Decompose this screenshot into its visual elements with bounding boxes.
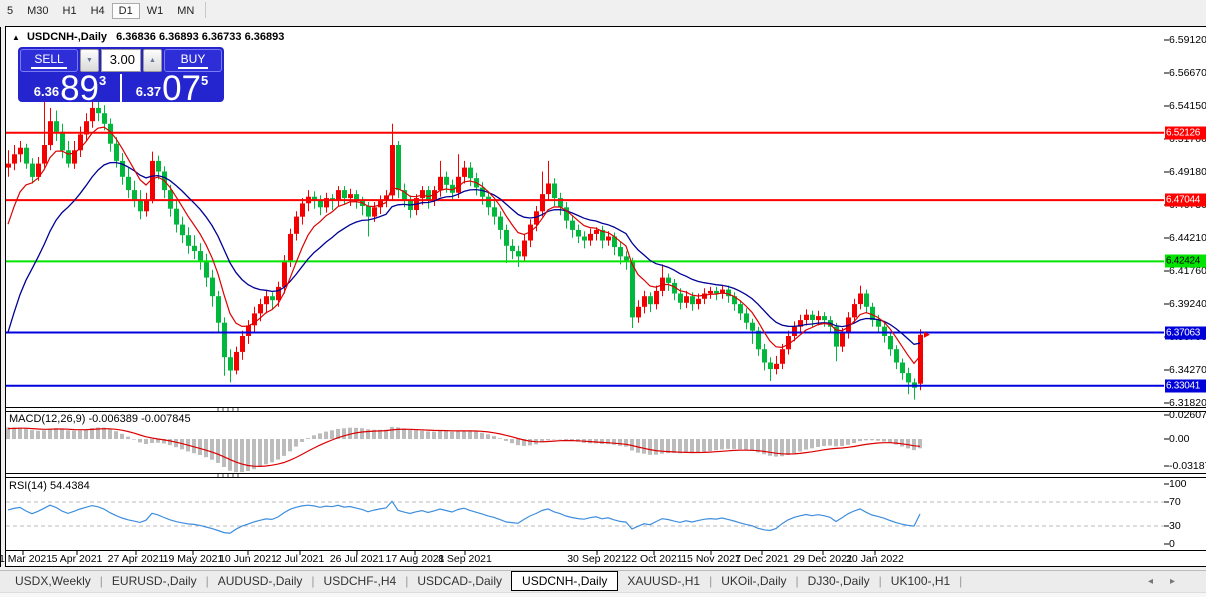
sell-price-prefix: 6.36 (33, 84, 60, 99)
mt4-window: 5 M30 H1 H4 D1 W1 MN ▲ USDCNH-,Daily 6.36836 6… (0, 0, 1206, 597)
tab-scroll-right-icon[interactable]: ▸ (1170, 576, 1175, 587)
rsi-axis-label: 0 (1169, 538, 1175, 550)
buy-button-label: BUY (177, 52, 209, 69)
macd-pane-bottom-border (5, 473, 1206, 474)
chart-tab-eurusd-daily[interactable]: EURUSD-,Daily (103, 571, 206, 591)
buy-price-pip: 5 (201, 73, 209, 88)
status-bar (0, 592, 1206, 597)
volume-increase-button[interactable]: ▲ (143, 49, 162, 72)
window-bottom-border (5, 566, 1206, 567)
chart-tab-usdcnh-daily[interactable]: USDCNH-,Daily (511, 571, 619, 591)
timeframe-button-5[interactable]: 5 (0, 3, 20, 19)
price-axis-label: 6.54150 (1169, 100, 1206, 112)
tab-scroll-left-icon[interactable]: ◂ (1148, 576, 1153, 587)
buy-price-display[interactable]: 6.37 07 5 (120, 69, 222, 108)
sell-price-big-digits: 89 (60, 69, 99, 108)
macd-pane-top-border (5, 411, 1206, 412)
sell-price-display[interactable]: 6.36 89 3 (20, 69, 120, 108)
price-axis-label: 6.59120 (1169, 34, 1206, 46)
chart-tab-uk100-h1[interactable]: UK100-,H1 (882, 571, 959, 591)
date-axis-label: 8 Sep 2021 (438, 553, 492, 565)
collapse-triangle-icon[interactable]: ▲ (12, 33, 20, 42)
chart-header: ▲ USDCNH-,Daily 6.36836 6.36893 6.36733 … (12, 31, 284, 43)
chart-tab-audusd-daily[interactable]: AUDUSD-,Daily (209, 571, 312, 591)
price-level-badge: 6.37063 (1165, 326, 1206, 340)
timeframe-button-D1[interactable]: D1 (111, 3, 140, 19)
pane-splitter-handle[interactable] (217, 408, 239, 411)
price-axis-label: 6.56670 (1169, 67, 1206, 79)
toolbar-separator (205, 1, 207, 18)
volume-input[interactable]: 3.00 (101, 49, 141, 72)
price-axis-label: 6.34270 (1169, 364, 1206, 376)
sell-price-pip: 3 (99, 73, 107, 88)
chart-tab-ukoil-daily[interactable]: UKOil-,Daily (712, 571, 795, 591)
macd-axis-label: 0.02607 (1169, 409, 1206, 421)
rsi-axis-label: 30 (1169, 520, 1181, 532)
macd-axis-label: -0.03187 (1169, 460, 1206, 472)
rsi-axis-label: 70 (1169, 496, 1181, 508)
macd-axis-label: 0.00 (1169, 433, 1190, 445)
caret-down-icon: ▼ (86, 57, 93, 64)
date-axis-label: 20 Jan 2022 (846, 553, 904, 565)
price-axis-label: 6.49180 (1169, 166, 1206, 178)
timeframe-button-H1[interactable]: H1 (56, 3, 84, 19)
buy-price-prefix: 6.37 (135, 84, 162, 99)
chart-symbol-title: USDCNH-,Daily (26, 31, 108, 43)
price-level-badge: 6.33041 (1165, 379, 1206, 393)
main-pane-bottom-border (5, 407, 1206, 408)
chart-tab-bar: USDX,Weekly | EURUSD-,Daily | AUDUSD-,Daily |… (0, 570, 1206, 593)
timeframe-toolbar: 5 M30 H1 H4 D1 W1 MN (0, 0, 1206, 26)
pane-splitter-handle[interactable] (217, 474, 239, 477)
chart-tab-usdx-weekly[interactable]: USDX,Weekly (6, 571, 100, 591)
sell-button-label: SELL (31, 52, 67, 69)
rsi-indicator-label: RSI(14) 54.4384 (9, 480, 90, 492)
buy-price-big-digits: 07 (162, 69, 201, 108)
one-click-trading-panel: SELL ▼ 3.00 ▲ BUY 6.36 89 3 6.37 07 5 (18, 47, 224, 108)
price-axis-label: 6.44210 (1169, 232, 1206, 244)
timeframe-button-MN[interactable]: MN (170, 3, 201, 19)
price-level-badge: 6.42424 (1165, 254, 1206, 268)
timeframe-button-M30[interactable]: M30 (20, 3, 55, 19)
price-axis-line (0, 27, 1, 567)
chart-tab-usdcad-daily[interactable]: USDCAD-,Daily (408, 571, 511, 591)
price-axis-label: 6.39240 (1169, 298, 1206, 310)
chart-tab-dj30-daily[interactable]: DJ30-,Daily (799, 571, 879, 591)
chart-ohlc-values: 6.36836 6.36893 6.36733 6.36893 (116, 31, 285, 43)
price-level-badge: 6.52126 (1165, 126, 1206, 140)
timeframe-button-W1[interactable]: W1 (140, 3, 171, 19)
tab-separator: | (959, 574, 963, 588)
chart-tab-xauusd-h1[interactable]: XAUUSD-,H1 (618, 571, 709, 591)
price-axis-label: 6.31820 (1169, 397, 1206, 409)
chart-tab-usdchf-h4[interactable]: USDCHF-,H4 (315, 571, 406, 591)
price-level-badge: 6.47044 (1165, 193, 1206, 207)
caret-up-icon: ▲ (149, 57, 156, 64)
timeframe-button-H4[interactable]: H4 (84, 3, 112, 19)
rsi-pane-axis-border (5, 550, 1206, 551)
macd-indicator-label: MACD(12,26,9) -0.006389 -0.007845 (9, 413, 191, 425)
rsi-pane-top-border (5, 477, 1206, 478)
rsi-axis-label: 100 (1169, 478, 1187, 490)
